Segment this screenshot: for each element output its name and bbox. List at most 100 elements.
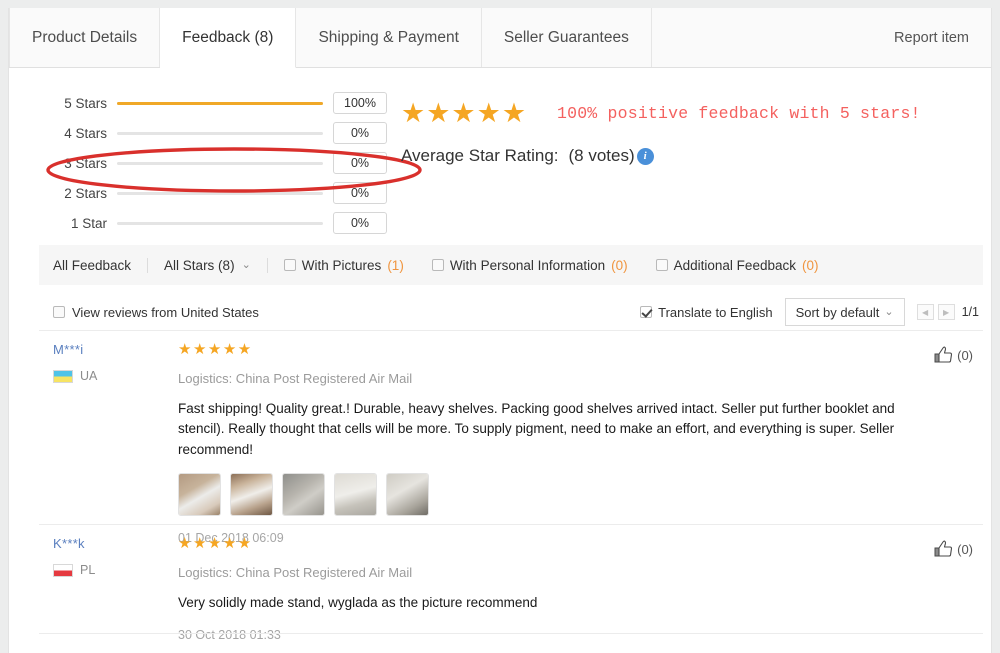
review-thumbnails [178, 472, 923, 516]
review-text: Fast shipping! Quality great.! Durable, … [178, 401, 895, 457]
review-date: 30 Oct 2018 01:33 [178, 628, 281, 643]
filter-additional-feedback[interactable]: Additional Feedback (0) [640, 258, 831, 273]
filter-with-pictures[interactable]: With Pictures (1) [268, 258, 416, 273]
rating-bar-row-5: 5 Stars 100% [57, 88, 387, 118]
tab-label: Seller Guarantees [503, 28, 629, 46]
rating-bar-percent: 0% [333, 212, 387, 234]
pagination-prev-button[interactable]: ◀ [916, 304, 934, 320]
info-icon[interactable]: i [636, 147, 654, 165]
pagination-page-count: 1/1 [961, 305, 979, 319]
rating-bar-label: 3 Stars [64, 155, 107, 171]
sort-by-dropdown[interactable]: Sort by default ⌄ [784, 298, 905, 326]
review-thumbnail[interactable] [386, 472, 429, 516]
rating-bar-label: 4 Stars [64, 125, 107, 141]
filter-view-reviews-country[interactable]: View reviews from United States [39, 305, 259, 320]
feedback-subfilter-bar: View reviews from United States Translat… [39, 296, 983, 328]
tab-bar: Product Details Feedback (8) Shipping & … [9, 8, 991, 68]
rating-bar-track [117, 101, 323, 105]
sort-by-label: Sort by default [795, 304, 880, 320]
filter-additional-feedback-count: (0) [801, 257, 819, 273]
review-thumbnail[interactable] [334, 472, 377, 516]
review-body: ★★★★★ Logistics: China Post Registered A… [178, 536, 923, 642]
review-country-code: PL [80, 563, 96, 577]
rating-bar-row-3: 3 Stars 0% [57, 148, 387, 178]
tab-label: Shipping & Payment [318, 28, 459, 46]
review-stars-icon: ★★★★★ [178, 341, 253, 358]
filter-all-feedback[interactable]: All Feedback [53, 257, 149, 273]
review-country: PL [53, 563, 173, 577]
rating-bar-track [117, 221, 323, 225]
checkbox-additional-feedback[interactable] [655, 259, 668, 271]
review-user-block: M***i UA [53, 342, 173, 383]
rating-bar-fill [117, 101, 323, 105]
filter-with-personal-information-count: (0) [611, 257, 628, 273]
rating-bar-percent: 100% [333, 92, 387, 114]
filter-all-stars-dropdown[interactable]: All Stars (8) ⌄ [148, 257, 268, 273]
review-body: ★★★★★ Logistics: China Post Registered A… [178, 342, 923, 545]
tab-label: Feedback (8) [182, 28, 274, 46]
checkbox-with-personal-information[interactable] [431, 259, 444, 271]
filter-all-stars-label: All Stars (8) [164, 257, 235, 273]
tab-product-details[interactable]: Product Details [9, 8, 161, 67]
filter-with-personal-information[interactable]: With Personal Information (0) [416, 258, 640, 273]
rating-bar-track [117, 161, 323, 165]
filter-translate-to-english-label: Translate to English [658, 304, 773, 320]
flag-ua-icon [53, 369, 73, 383]
review-logistics: Logistics: China Post Registered Air Mai… [178, 565, 413, 580]
feedback-panel: Product Details Feedback (8) Shipping & … [8, 8, 992, 653]
review-text: Very solidly made stand, wyglada as the … [178, 595, 538, 610]
rating-bar-label: 5 Stars [64, 95, 107, 111]
review-thumbnail[interactable] [230, 472, 273, 516]
checkbox-view-reviews-country[interactable] [53, 306, 65, 318]
rating-bar-row-2: 2 Stars 0% [57, 178, 387, 208]
filter-with-pictures-label: With Pictures [301, 257, 382, 273]
average-rating-line: Average Star Rating: (8 votes) i [401, 146, 654, 166]
review-stars-icon: ★★★★★ [178, 535, 253, 552]
report-item-label: Report item [894, 29, 969, 46]
tab-bar-spacer [651, 8, 873, 67]
review-helpful-count: (0) [957, 347, 973, 363]
rating-bar-percent: 0% [333, 122, 387, 144]
filter-additional-feedback-label: Additional Feedback [673, 257, 796, 273]
checkbox-translate-to-english[interactable] [640, 306, 653, 318]
filter-view-reviews-country-label: View reviews from United States [72, 304, 259, 320]
review-logistics: Logistics: China Post Registered Air Mai… [178, 371, 413, 386]
review-helpful-count: (0) [957, 541, 973, 557]
checkbox-with-pictures[interactable] [283, 259, 296, 271]
rating-bar-track [117, 131, 323, 135]
tab-feedback[interactable]: Feedback (8) [160, 8, 297, 68]
chevron-down-icon: ⌄ [241, 258, 251, 271]
filter-with-pictures-count: (1) [387, 257, 404, 273]
pagination-next-button[interactable]: ▶ [937, 304, 955, 320]
divider [39, 330, 983, 331]
rating-bar-row-1: 1 Star 0% [57, 208, 387, 238]
review-country: UA [53, 369, 173, 383]
tab-shipping-payment[interactable]: Shipping & Payment [296, 8, 482, 67]
rating-bar-label: 2 Stars [64, 185, 107, 201]
tab-seller-guarantees[interactable]: Seller Guarantees [481, 8, 652, 67]
review-helpful-button[interactable]: (0) [934, 540, 973, 558]
divider [39, 633, 983, 634]
thumbs-up-icon [934, 540, 954, 558]
review-username[interactable]: K***k [53, 536, 173, 551]
chevron-down-icon: ⌄ [884, 305, 894, 318]
rating-bars: 5 Stars 100% 4 Stars 0% 3 Stars 0% 2 Sta… [57, 88, 387, 238]
subfilter-controls: Translate to English Sort by default ⌄ ◀… [640, 298, 983, 326]
rating-bar-row-4: 4 Stars 0% [57, 118, 387, 148]
report-item-link[interactable]: Report item [872, 8, 991, 67]
average-rating-label: Average Star Rating: [401, 146, 559, 165]
filter-all-feedback-label: All Feedback [53, 257, 132, 273]
review-country-code: UA [80, 369, 98, 383]
review-thumbnail[interactable] [178, 472, 221, 516]
review-thumbnail[interactable] [282, 472, 325, 516]
rating-bar-label: 1 Star [70, 215, 107, 231]
filter-with-personal-information-label: With Personal Information [449, 257, 606, 273]
filter-translate-to-english[interactable]: Translate to English [640, 304, 773, 320]
review-user-block: K***k PL [53, 536, 173, 577]
rating-summary: 5 Stars 100% 4 Stars 0% 3 Stars 0% 2 Sta… [9, 68, 991, 236]
rating-bar-track [117, 191, 323, 195]
review-helpful-button[interactable]: (0) [934, 346, 973, 364]
average-rating-votes: (8 votes) [568, 146, 635, 165]
review-username[interactable]: M***i [53, 342, 173, 357]
pagination: ◀ ▶ 1/1 [916, 304, 979, 320]
